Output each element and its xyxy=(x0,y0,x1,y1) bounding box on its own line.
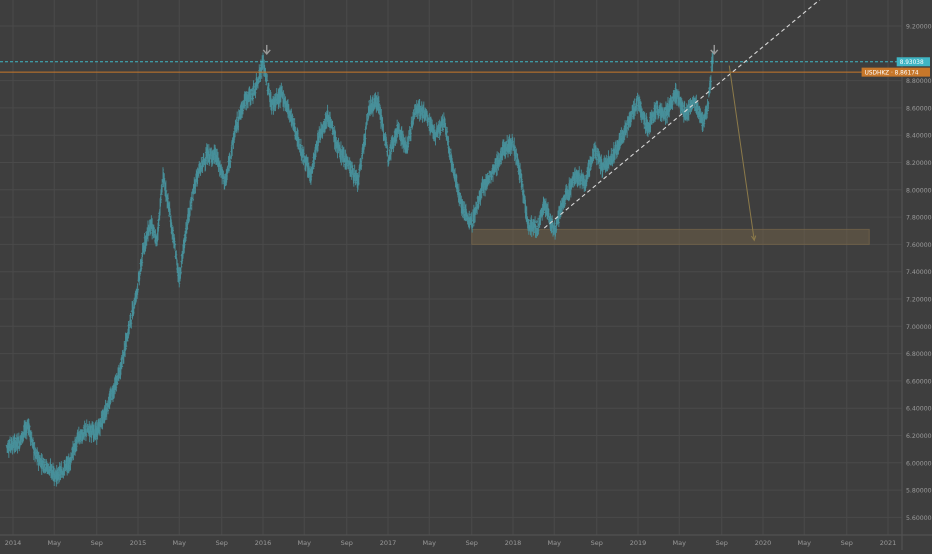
chart[interactable]: 9.200008.800008.600008.400008.200008.000… xyxy=(0,0,932,550)
chart-stage[interactable]: 9.200008.800008.600008.400008.200008.000… xyxy=(0,0,932,550)
